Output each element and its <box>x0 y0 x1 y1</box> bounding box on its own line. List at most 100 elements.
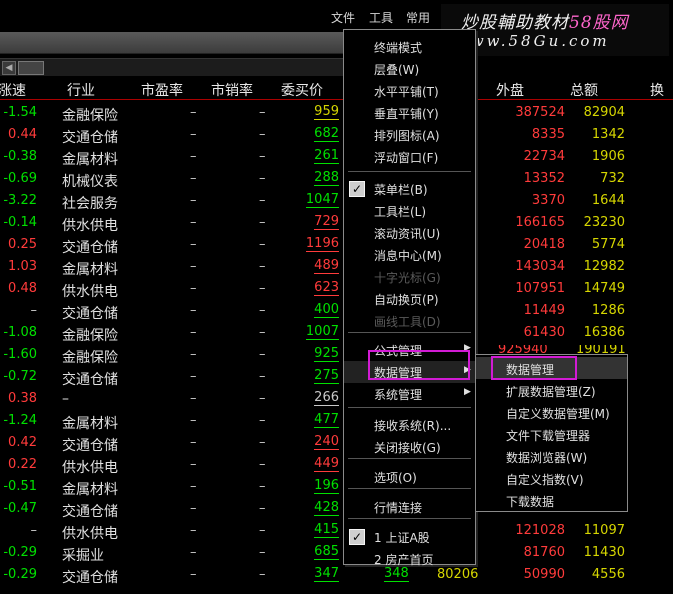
table-row[interactable]: -1.08 金融保险 – – 1007 61430 16386 <box>0 322 673 345</box>
menu-item-label: 滚动资讯(U) <box>374 227 441 241</box>
col-header-industry[interactable]: 行业 <box>67 80 95 100</box>
table-row[interactable]: 1.03 金属材料 – – 489 143034 12982 <box>0 256 673 279</box>
table-row[interactable]: -1.54 金融保险 – – 959 387524 82904 <box>0 102 673 125</box>
cell-industry: 金属材料 <box>62 482 118 498</box>
table-row[interactable]: -0.29 采掘业 – – 685 81760 11430 <box>0 542 673 565</box>
toolbar-strip <box>0 32 350 54</box>
table-row[interactable]: -0.38 金属材料 – – 261 22734 1906 <box>0 146 673 169</box>
cell-industry: 金融保险 <box>62 328 118 344</box>
submenu-item[interactable]: 数据浏览器(W) <box>476 445 627 467</box>
data-management-submenu: 数据管理 扩展数据管理(Z) 自定义数据管理(M) 文件下载管理器 数据浏览器(W) 自定… <box>475 354 628 512</box>
col-header-outer[interactable]: 外盘 <box>496 80 524 100</box>
menu-common[interactable]: 常用 <box>406 9 430 26</box>
cell-bid: 477 <box>314 412 339 428</box>
cell-pe: – <box>190 237 197 252</box>
table-row[interactable]: -0.14 供水供电 – – 729 166165 23230 <box>0 212 673 235</box>
table-row[interactable]: -0.69 机械仪表 – – 288 13352 732 <box>0 168 673 191</box>
menu-item[interactable]: 排列图标(A) <box>344 124 475 146</box>
cell-ps: – <box>259 171 266 186</box>
submenu-item[interactable]: 数据管理 <box>476 357 627 379</box>
menu-item[interactable]: 公式管理 ▶ <box>344 339 475 361</box>
cell-outer: 61430 <box>523 325 565 340</box>
menu-item-label: 终端模式 <box>374 41 423 55</box>
watermark-url: www.58Gu.com <box>455 32 610 50</box>
cell-speed: 0.48 <box>8 281 37 296</box>
menu-item[interactable]: 垂直平铺(Y) <box>344 102 475 124</box>
cell-industry: 金属材料 <box>62 262 118 278</box>
cell-bid: 1196 <box>305 236 339 252</box>
table-row[interactable]: -0.29 交通仓储 – – 347 50990 4556 <box>0 564 673 587</box>
menu-item[interactable]: 行情连接 <box>344 496 475 518</box>
cell-ps: – <box>259 237 266 252</box>
watermark-text-a: 炒股輔助教材 <box>461 13 569 33</box>
menu-item[interactable]: ✓ 菜单栏(B) <box>344 178 475 200</box>
table-row[interactable]: 0.48 供水供电 – – 623 107951 14749 <box>0 278 673 301</box>
menu-separator <box>348 488 471 489</box>
col-header-turnover[interactable]: 换 <box>650 80 664 100</box>
cell-speed: -0.29 <box>3 545 37 560</box>
scroll-left-icon[interactable]: ◀ <box>2 61 16 75</box>
menu-item: 十字光标(G) <box>344 266 475 288</box>
table-row[interactable]: 0.44 交通仓储 – – 682 8335 1342 <box>0 124 673 147</box>
cell-pe: – <box>190 523 197 538</box>
cell-ps: – <box>259 325 266 340</box>
cell-outer: 20418 <box>523 237 565 252</box>
menu-item[interactable]: 数据管理 ▶ <box>344 361 475 383</box>
submenu-arrow-icon: ▶ <box>464 365 471 375</box>
submenu-item[interactable]: 下载数据 <box>476 489 627 511</box>
menu-file[interactable]: 文件 <box>331 9 355 26</box>
menu-item[interactable]: 消息中心(M) <box>344 244 475 266</box>
cell-pe: – <box>190 281 197 296</box>
submenu-item[interactable]: 扩展数据管理(Z) <box>476 379 627 401</box>
menu-item[interactable]: 滚动资讯(U) <box>344 222 475 244</box>
submenu-item[interactable]: 文件下载管理器 <box>476 423 627 445</box>
table-row[interactable]: – 供水供电 – – 415 121028 11097 <box>0 520 673 543</box>
cell-speed: -1.08 <box>3 325 37 340</box>
menu-item[interactable]: 关闭接收(G) <box>344 436 475 458</box>
cell-ps: – <box>259 369 266 384</box>
col-header-total[interactable]: 总额 <box>570 80 598 100</box>
cell-bid: 1047 <box>305 192 339 208</box>
cell-pe: – <box>190 413 197 428</box>
menu-item[interactable]: 自动换页(P) <box>344 288 475 310</box>
menu-item-label: 关闭接收(G) <box>374 441 441 455</box>
menu-item[interactable]: 接收系统(R)... <box>344 414 475 436</box>
table-row[interactable]: 0.25 交通仓储 – – 1196 20418 5774 <box>0 234 673 257</box>
col-header-ps[interactable]: 市销率 <box>211 80 253 100</box>
menu-item-label: 画线工具(D) <box>374 315 441 329</box>
col-header-speed[interactable]: 涨速 <box>0 80 26 100</box>
menu-item[interactable]: 水平平铺(T) <box>344 80 475 102</box>
cell-industry: 金融保险 <box>62 350 118 366</box>
menu-tools[interactable]: 工具 <box>369 9 393 26</box>
cell-ps: – <box>259 259 266 274</box>
cell-pe: – <box>190 501 197 516</box>
cell-industry: 供水供电 <box>62 460 118 476</box>
cell-bid: 196 <box>314 478 339 494</box>
col-header-bid[interactable]: 委买价 <box>281 80 323 100</box>
cell-pe: – <box>190 325 197 340</box>
menu-item-label: 排列图标(A) <box>374 129 440 143</box>
scroll-thumb[interactable] <box>18 61 44 75</box>
menu-item[interactable]: 系统管理 ▶ <box>344 383 475 405</box>
horizontal-scrollbar[interactable]: ◀ <box>0 58 350 76</box>
col-header-pe[interactable]: 市盈率 <box>141 80 183 100</box>
submenu-item[interactable]: 自定义数据管理(M) <box>476 401 627 423</box>
menu-item-label: 垂直平铺(Y) <box>374 107 439 121</box>
menu-item[interactable]: 终端模式 <box>344 36 475 58</box>
cell-total: 4556 <box>591 567 625 582</box>
menu-item[interactable]: 层叠(W) <box>344 58 475 80</box>
menu-item[interactable]: 浮动窗口(F) <box>344 146 475 168</box>
cell-total: 12982 <box>583 259 625 274</box>
cell-ps: – <box>259 127 266 142</box>
submenu-item[interactable]: 自定义指数(V) <box>476 467 627 489</box>
table-row[interactable]: – 交通仓储 – – 400 11449 1286 <box>0 300 673 323</box>
menu-item[interactable]: 2 房产首页 <box>344 548 475 570</box>
cell-pe: – <box>190 127 197 142</box>
table-row[interactable]: -3.22 社会服务 – – 1047 3370 1644 <box>0 190 673 213</box>
cell-speed: -0.47 <box>3 501 37 516</box>
menu-item-label: 数据管理 <box>374 366 423 380</box>
menu-item[interactable]: 工具栏(L) <box>344 200 475 222</box>
menu-item[interactable]: ✓ 1 上证A股 <box>344 526 475 548</box>
menu-item[interactable]: 选项(O) <box>344 466 475 488</box>
cell-bid: 400 <box>314 302 339 318</box>
